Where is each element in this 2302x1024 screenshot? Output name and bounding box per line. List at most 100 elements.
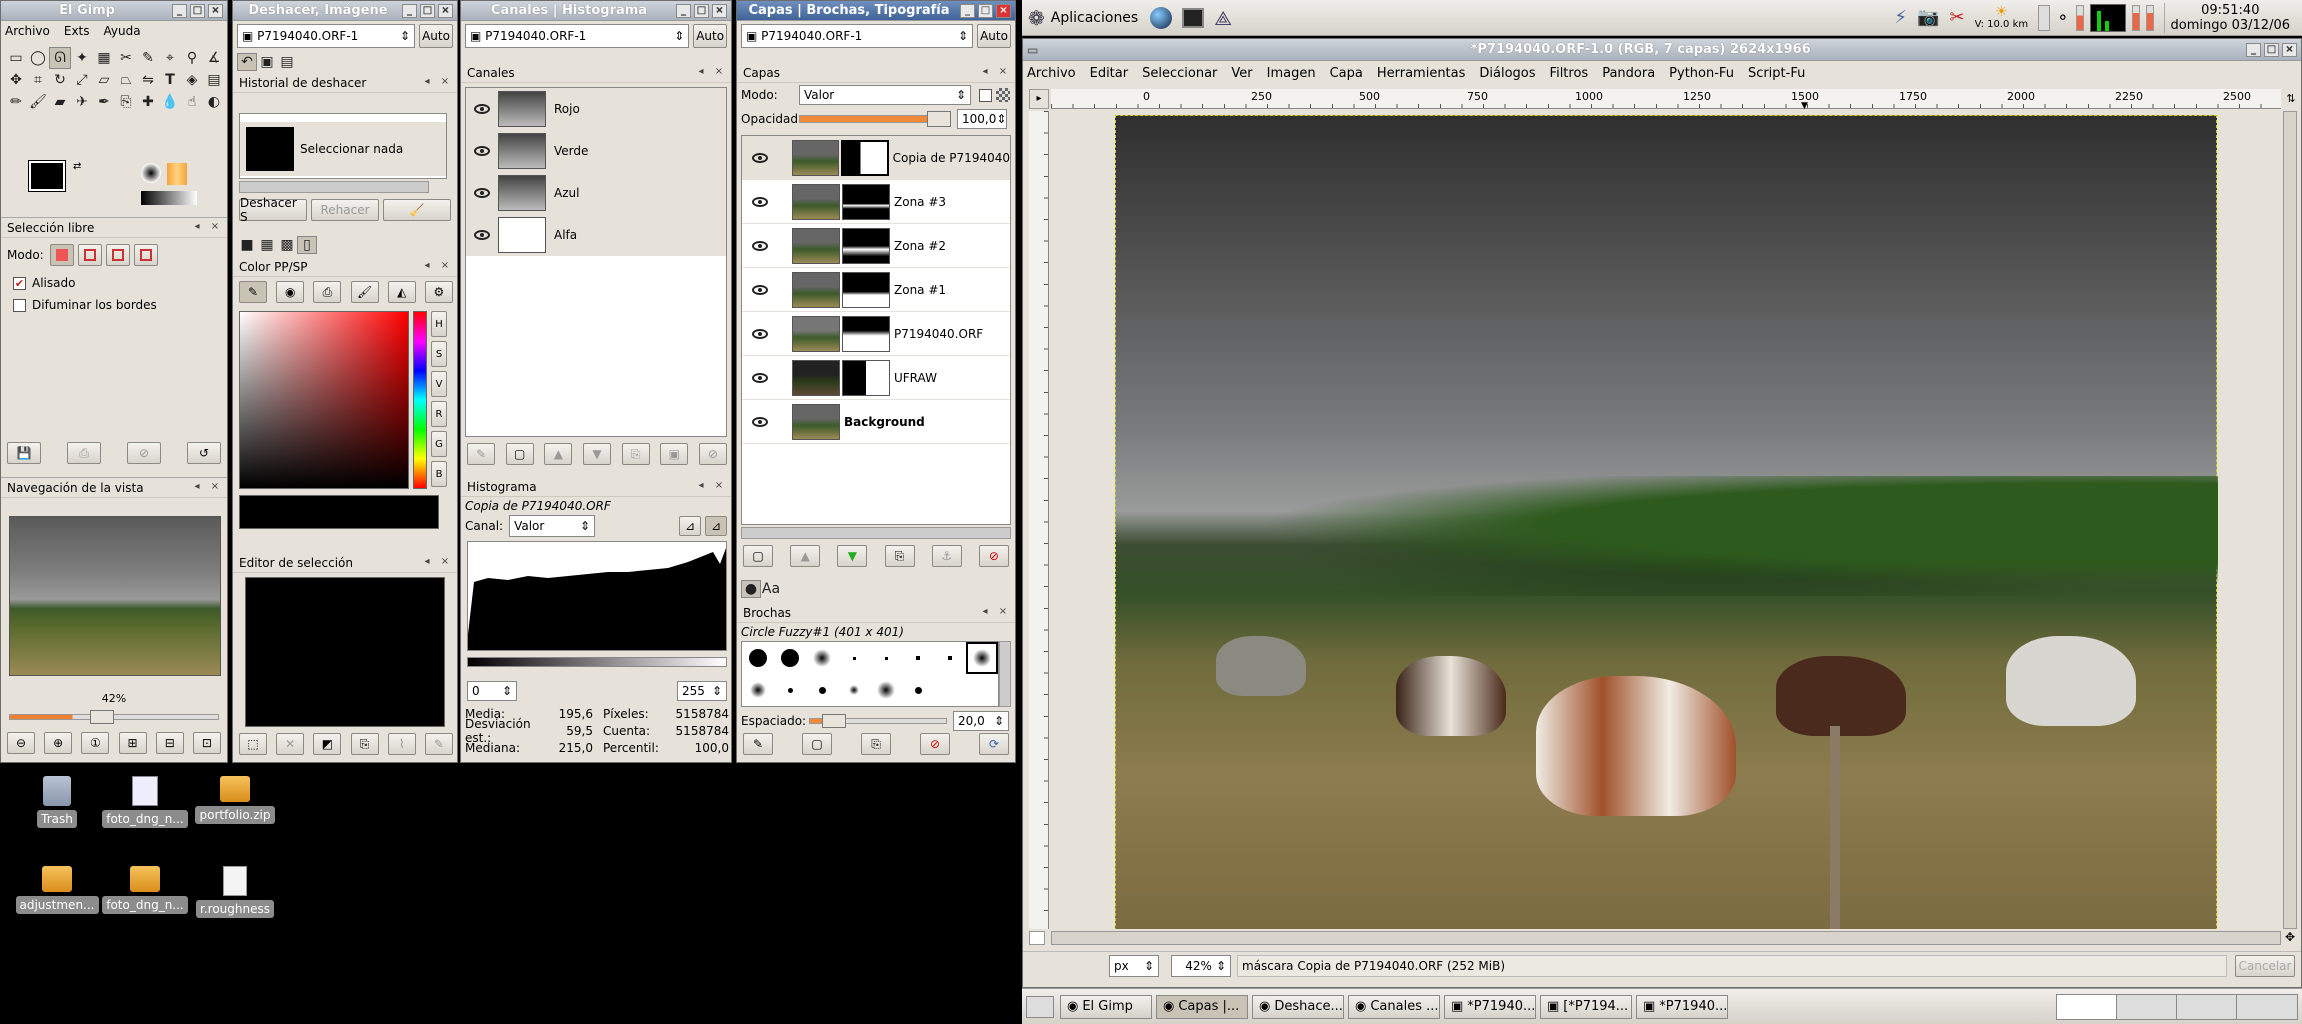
- save-to-channel-icon[interactable]: ⎘: [350, 733, 379, 755]
- brush-pattern-gradient[interactable]: [141, 163, 201, 207]
- opacity-slider[interactable]: [799, 111, 951, 127]
- to-path-icon[interactable]: ⌇: [387, 733, 416, 755]
- panel-close-icon[interactable]: ×: [713, 66, 725, 79]
- layer-row[interactable]: P7194040.ORF: [742, 312, 1010, 356]
- image-combo[interactable]: ▣ P7194040.ORF-1 ⇕: [741, 24, 973, 48]
- scissors-icon[interactable]: ✂: [115, 47, 137, 69]
- close-icon[interactable]: ×: [2282, 42, 2297, 57]
- stroke-selection-icon[interactable]: ✎: [424, 733, 453, 755]
- brush-item[interactable]: [966, 642, 998, 674]
- ellipse-select-icon[interactable]: ◯: [27, 47, 49, 69]
- lower-layer-icon[interactable]: ▼: [837, 545, 868, 567]
- brush-item[interactable]: [870, 674, 902, 706]
- eye-icon[interactable]: [752, 328, 768, 339]
- edit-brush-icon[interactable]: ✎: [743, 733, 773, 755]
- cancel-button[interactable]: Cancelar: [2235, 954, 2295, 977]
- new-brush-icon[interactable]: ▢: [802, 733, 832, 755]
- canvas-area[interactable]: [1051, 111, 2281, 929]
- redo-button[interactable]: Rehacer: [311, 199, 379, 221]
- quick-mask-toggle[interactable]: [1029, 931, 1045, 945]
- zoom-fill-icon[interactable]: ⊡: [192, 732, 221, 754]
- v-toggle[interactable]: V: [431, 371, 447, 397]
- close-icon[interactable]: ×: [996, 3, 1011, 18]
- panel-menu-icon[interactable]: ◂: [421, 76, 433, 89]
- mode-replace-button[interactable]: [49, 244, 74, 266]
- minimize-icon[interactable]: _: [960, 3, 975, 18]
- eraser-icon[interactable]: ▰: [49, 91, 71, 113]
- zoom-slider[interactable]: [9, 710, 219, 724]
- vertical-scrollbar[interactable]: [2283, 111, 2297, 929]
- feather-checkbox[interactable]: [13, 298, 26, 312]
- gradient-preview[interactable]: [141, 191, 197, 205]
- menu-dialogos[interactable]: Diálogos: [1479, 66, 1535, 81]
- keep-transparency-checkbox[interactable]: [979, 88, 992, 102]
- brush-item[interactable]: [774, 674, 806, 706]
- ink-icon[interactable]: ✒: [93, 91, 115, 113]
- perspective-icon[interactable]: ⏢: [115, 69, 137, 91]
- select-none-icon[interactable]: ✕: [276, 733, 305, 755]
- layer-mode-combo[interactable]: Valor ⇕: [799, 85, 971, 105]
- eye-icon[interactable]: [752, 416, 768, 427]
- image-titlebar[interactable]: ▭ *P7194040.ORF-1.0 (RGB, 7 capas) 2624x…: [1023, 39, 2301, 61]
- menu-pandora[interactable]: Pandora: [1602, 66, 1655, 81]
- brush-item[interactable]: [838, 674, 870, 706]
- brush-preview[interactable]: [141, 163, 161, 183]
- channel-combo[interactable]: Valor ⇕: [509, 515, 596, 537]
- dodge-icon[interactable]: ◐: [203, 91, 225, 113]
- s-toggle[interactable]: S: [431, 341, 447, 367]
- zoom-100-icon[interactable]: ①: [81, 732, 110, 754]
- delete-options-button[interactable]: ⊘: [127, 442, 161, 464]
- browser-icon[interactable]: [1150, 6, 1173, 29]
- b-toggle[interactable]: B: [431, 461, 447, 487]
- brush-item[interactable]: [902, 642, 934, 674]
- horizontal-ruler[interactable]: 0 250 500 750 1000 1250 1500 1750 2000 2…: [1051, 89, 2281, 111]
- desktop-icon-portfolio[interactable]: portfolio.zip: [190, 776, 280, 824]
- delete-brush-icon[interactable]: ⊘: [920, 733, 950, 755]
- eye-icon[interactable]: [474, 187, 490, 198]
- toolbox-titlebar[interactable]: El Gimp _ □ ×: [1, 1, 227, 21]
- layer-row[interactable]: Copia de P7194040: [742, 136, 1010, 180]
- fonts-tab-icon[interactable]: ▯: [297, 236, 317, 254]
- image-canvas[interactable]: [1115, 115, 2218, 929]
- swatches-tab-icon[interactable]: ▩: [277, 236, 297, 254]
- antialias-row[interactable]: ✔ Alisado: [1, 272, 227, 294]
- zoom-combo[interactable]: 42% ⇕: [1171, 954, 1231, 977]
- g-toggle[interactable]: G: [431, 431, 447, 457]
- mode-subtract-button[interactable]: [105, 244, 130, 266]
- templates-tab-icon[interactable]: ▤: [277, 53, 297, 71]
- scales-selector-icon[interactable]: ⚙: [424, 281, 453, 303]
- network-icon[interactable]: ⚡: [1894, 7, 1907, 28]
- delete-channel-icon[interactable]: ⊘: [698, 443, 727, 465]
- wheel-selector-icon[interactable]: ◉: [276, 281, 305, 303]
- task-image-2[interactable]: ▣ [*P7194...: [1540, 994, 1632, 1019]
- image-combo[interactable]: ▣ P7194040.ORF-1 ⇕: [465, 24, 690, 48]
- save-options-button[interactable]: 💾: [7, 442, 41, 464]
- r-toggle[interactable]: R: [431, 401, 447, 427]
- brush-item[interactable]: [774, 642, 806, 674]
- eye-icon[interactable]: [752, 372, 768, 383]
- bucket-fill-icon[interactable]: ◈: [181, 69, 203, 91]
- close-icon[interactable]: ×: [712, 3, 727, 18]
- channel-row-rojo[interactable]: Rojo: [466, 88, 726, 130]
- color-picker-icon[interactable]: ⌖: [159, 47, 181, 69]
- feather-row[interactable]: Difuminar los bordes: [1, 294, 227, 316]
- tools-icon[interactable]: ✂: [1949, 7, 1964, 28]
- zoom-in-icon[interactable]: ⊕: [44, 732, 73, 754]
- antialias-checkbox[interactable]: ✔: [13, 276, 26, 290]
- channel-to-selection-icon[interactable]: ▣: [660, 443, 689, 465]
- move-icon[interactable]: ✥: [5, 69, 27, 91]
- range-min-input[interactable]: 0 ⇕: [467, 681, 517, 701]
- brush-item[interactable]: [870, 642, 902, 674]
- panel-menu-icon[interactable]: ◂: [191, 221, 203, 234]
- undo-button[interactable]: Deshacer S: [239, 196, 307, 224]
- auto-button[interactable]: Auto: [419, 24, 453, 48]
- desktop-icon-trash[interactable]: Trash: [12, 776, 102, 828]
- eye-icon[interactable]: [752, 240, 768, 251]
- swap-colors-icon[interactable]: ⇄: [73, 161, 81, 172]
- menu-seleccionar[interactable]: Seleccionar: [1142, 66, 1217, 81]
- task-el-gimp[interactable]: ◉ El Gimp: [1060, 994, 1152, 1019]
- brush-item[interactable]: [934, 642, 966, 674]
- clock-applet[interactable]: 09:51:40 domingo 03/12/06: [2163, 2, 2296, 33]
- heal-icon[interactable]: ✚: [137, 91, 159, 113]
- layer-row[interactable]: UFRAW: [742, 356, 1010, 400]
